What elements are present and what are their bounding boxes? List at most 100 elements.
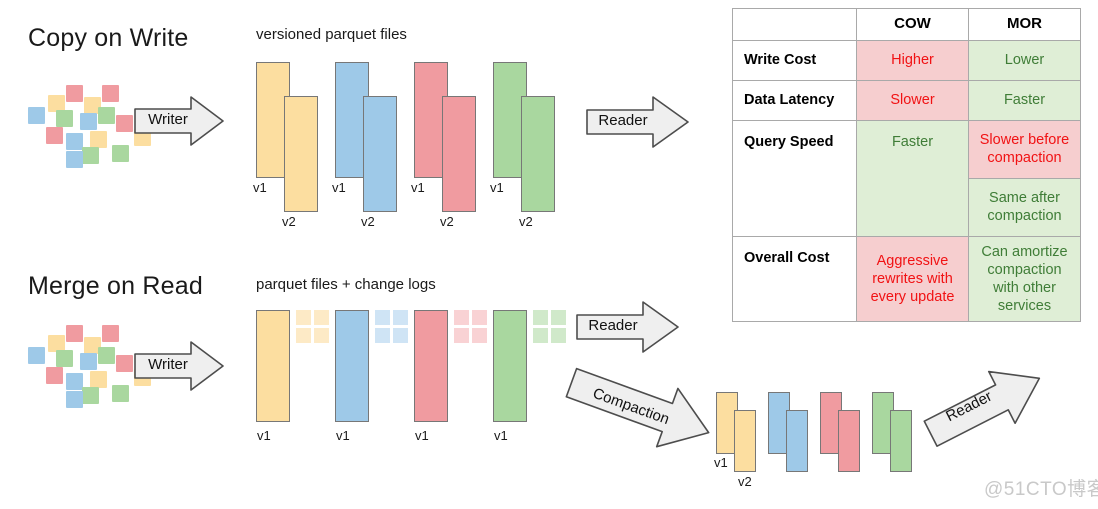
cow-file-v1-label: v1 [332, 180, 346, 195]
cow-data-square [90, 131, 107, 148]
cow-section-title: Copy on Write [28, 24, 189, 52]
cow-data-square [80, 113, 97, 130]
compacted-reader-arrow[interactable]: Reader [920, 365, 1050, 447]
mor-reader-arrow-label: Reader [588, 317, 638, 334]
cow-file-v2-label: v2 [282, 214, 296, 229]
compacted-file-v2-bar [838, 410, 860, 472]
mor-data-square [90, 371, 107, 388]
mor-writer-arrow[interactable]: Writer [133, 340, 225, 392]
cell-write-cost-mor: Lower [968, 39, 1081, 81]
mor-change-log-square [314, 310, 329, 325]
cow-file-v2-bar [442, 96, 476, 212]
mor-change-log-square [551, 328, 566, 343]
mor-files-caption: parquet files + change logs [256, 276, 436, 293]
mor-data-square [98, 347, 115, 364]
mor-file-bar [414, 310, 448, 422]
cow-data-square [56, 110, 73, 127]
table-header-cow: COW [856, 8, 969, 41]
mor-data-square [116, 355, 133, 372]
table-row: Overall Cost Aggressive rewrites with ev… [732, 235, 1081, 323]
compaction-arrow[interactable]: Compaction [561, 365, 721, 451]
cell-data-latency-mor: Faster [968, 79, 1081, 121]
compacted-file-v2-bar [890, 410, 912, 472]
row-label-query-speed: Query Speed [732, 119, 857, 237]
cell-overall-cost-cow: Aggressive rewrites with every update [856, 235, 969, 323]
cow-file-v2-bar [363, 96, 397, 212]
watermark-label: @51CTO博客 [984, 479, 1098, 500]
cow-data-square [116, 115, 133, 132]
cow-data-square [66, 133, 83, 150]
mor-change-log-square [375, 310, 390, 325]
row-label-write-cost: Write Cost [732, 39, 857, 81]
mor-change-log-square [454, 328, 469, 343]
mor-change-log-square [375, 328, 390, 343]
cell-query-speed-cow: Faster [856, 119, 969, 237]
mor-change-log-square [393, 328, 408, 343]
cow-file-v2-bar [284, 96, 318, 212]
cow-data-square [112, 145, 129, 162]
cow-data-square [102, 85, 119, 102]
cow-file-v2-label: v2 [361, 214, 375, 229]
cow-file-v2-label: v2 [440, 214, 454, 229]
mor-section-title: Merge on Read [28, 272, 203, 300]
mor-change-log-square [533, 328, 548, 343]
mor-file-v1-label: v1 [257, 428, 271, 443]
cow-reader-arrow[interactable]: Reader [585, 95, 690, 149]
table-row: Write Cost Higher Lower [732, 39, 1081, 81]
cow-writer-arrow-label: Writer [148, 111, 188, 128]
cow-file-v1-label: v1 [253, 180, 267, 195]
table-row: Data Latency Slower Faster [732, 79, 1081, 121]
cow-data-square [66, 151, 83, 168]
table-corner-cell [732, 8, 857, 41]
mor-change-log-square [472, 310, 487, 325]
mor-file-bar [335, 310, 369, 422]
cow-data-square [28, 107, 45, 124]
cow-file-v2-label: v2 [519, 214, 533, 229]
mor-data-square [112, 385, 129, 402]
mor-reader-arrow[interactable]: Reader [575, 300, 680, 354]
mor-change-log-square [551, 310, 566, 325]
mor-data-square [66, 325, 83, 342]
cell-data-latency-cow: Slower [856, 79, 969, 121]
mor-file-v1-label: v1 [494, 428, 508, 443]
cow-file-v1-label: v1 [411, 180, 425, 195]
mor-file-groups: v1 v1 v1 v1 [256, 310, 566, 450]
table-header-row: COW MOR [732, 8, 1081, 41]
row-label-overall-cost: Overall Cost [732, 235, 857, 323]
mor-file-v1-label: v1 [415, 428, 429, 443]
mor-change-log-square [296, 328, 311, 343]
cow-reader-arrow-label: Reader [598, 112, 648, 129]
cow-data-square [66, 85, 83, 102]
mor-data-square [56, 350, 73, 367]
cow-files-caption: versioned parquet files [256, 26, 407, 43]
compacted-file-v2-label: v2 [738, 474, 752, 489]
cow-mor-comparison-table: COW MOR Write Cost Higher Lower Data Lat… [732, 8, 1081, 323]
mor-data-square [28, 347, 45, 364]
mor-change-log-square [472, 328, 487, 343]
cow-data-square [82, 147, 99, 164]
cell-query-speed-mor-after: Same after compaction [968, 177, 1081, 237]
mor-change-log-square [314, 328, 329, 343]
cow-data-square [46, 127, 63, 144]
cow-writer-arrow[interactable]: Writer [133, 95, 225, 147]
mor-change-log-square [296, 310, 311, 325]
mor-file-bar [493, 310, 527, 422]
compacted-file-v2-bar [734, 410, 756, 472]
row-label-data-latency: Data Latency [732, 79, 857, 121]
compacted-file-v2-bar [786, 410, 808, 472]
cell-write-cost-cow: Higher [856, 39, 969, 81]
table-row: Query Speed Faster Slower before compact… [732, 119, 1081, 237]
mor-file-bar [256, 310, 290, 422]
table-header-mor: MOR [968, 8, 1081, 41]
mor-writer-arrow-label: Writer [148, 356, 188, 373]
compacted-file-v1-label: v1 [714, 455, 728, 470]
mor-change-log-square [454, 310, 469, 325]
cell-query-speed-mor-before: Slower before compaction [968, 119, 1081, 179]
mor-data-square [80, 353, 97, 370]
mor-data-square [82, 387, 99, 404]
compacted-file-groups: v1 v2 [714, 392, 926, 502]
mor-data-square [102, 325, 119, 342]
cow-file-v2-bar [521, 96, 555, 212]
mor-data-square [46, 367, 63, 384]
cow-file-groups: v1 v2 v1 v2 v1 v2 v1 v2 [253, 62, 556, 229]
